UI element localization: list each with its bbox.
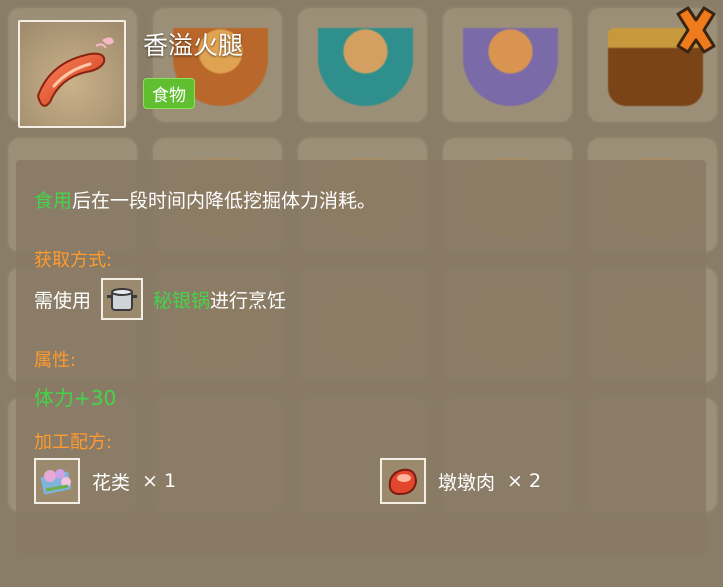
pot-icon (107, 288, 138, 311)
food-bowl-icon (463, 28, 558, 106)
inventory-slot[interactable] (296, 6, 429, 124)
ingredient-qty: × 2 (507, 470, 542, 492)
item-name: 香溢火腿 (143, 31, 244, 60)
description-verb: 食用 (34, 190, 73, 212)
item-detail-panel: 食用后在一段时间内降低挖掘体力消耗。 获取方式: 需使用 秘银锅 进行烹饪 属性:… (16, 160, 706, 554)
attributes-heading: 属性: (34, 350, 77, 371)
description-text: 后在一段时间内降低挖掘体力消耗。 (72, 190, 377, 212)
item-icon-frame (18, 20, 126, 128)
meat-item-frame[interactable] (380, 458, 426, 504)
pot-item-frame[interactable] (101, 278, 144, 320)
meat-icon (388, 468, 418, 496)
recipe-ingredient-1: 花类 × 1 (34, 458, 176, 504)
description-line: 食用后在一段时间内降低挖掘体力消耗。 (34, 186, 376, 213)
acquire-prefix: 需使用 (34, 289, 92, 312)
ingredient-name: 墩墩肉 (438, 471, 496, 494)
acquire-suffix: 进行烹饪 (210, 289, 287, 312)
flowers-item-frame[interactable] (34, 458, 80, 504)
attribute-stamina: 体力+30 (34, 386, 117, 410)
flowers-icon (40, 469, 72, 495)
ham-sausage-icon (36, 37, 114, 107)
ingredient-name: 花类 (92, 471, 131, 494)
food-bowl-icon (318, 28, 413, 106)
acquire-heading: 获取方式: (34, 250, 113, 271)
item-category-tag: 食物 (143, 78, 195, 109)
inventory-slot[interactable] (441, 6, 574, 124)
recipe-ingredient-2: 墩墩肉 × 2 (380, 458, 541, 504)
acquire-line: 需使用 秘银锅 进行烹饪 (34, 278, 286, 320)
close-button[interactable] (672, 4, 720, 56)
ingredient-qty: × 1 (142, 470, 177, 492)
recipe-heading: 加工配方: (34, 432, 113, 453)
tool-name-link[interactable]: 秘银锅 (153, 286, 210, 313)
close-icon (676, 6, 716, 54)
